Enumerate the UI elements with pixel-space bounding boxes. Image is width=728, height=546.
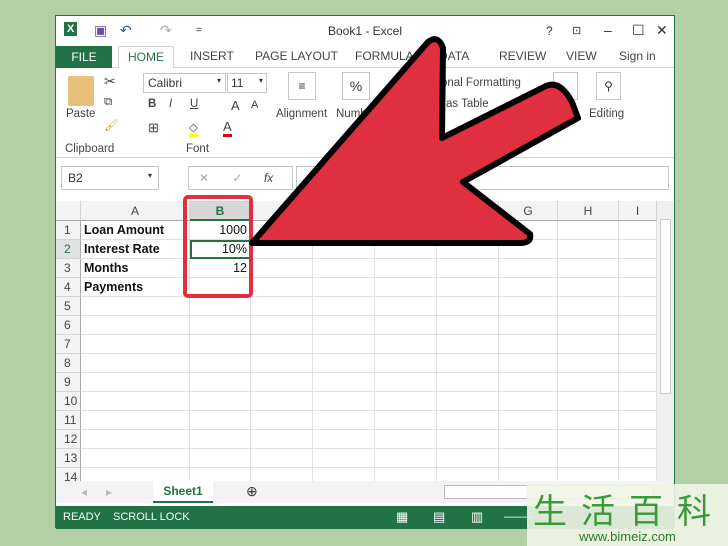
watermark: 生活百科 www.bimeiz.com [527,484,728,546]
arrow-shape [249,36,581,246]
red-arrow-annotation [183,36,581,298]
watermark-text: 生活百科 [533,492,725,532]
column-b-highlight [183,195,253,298]
